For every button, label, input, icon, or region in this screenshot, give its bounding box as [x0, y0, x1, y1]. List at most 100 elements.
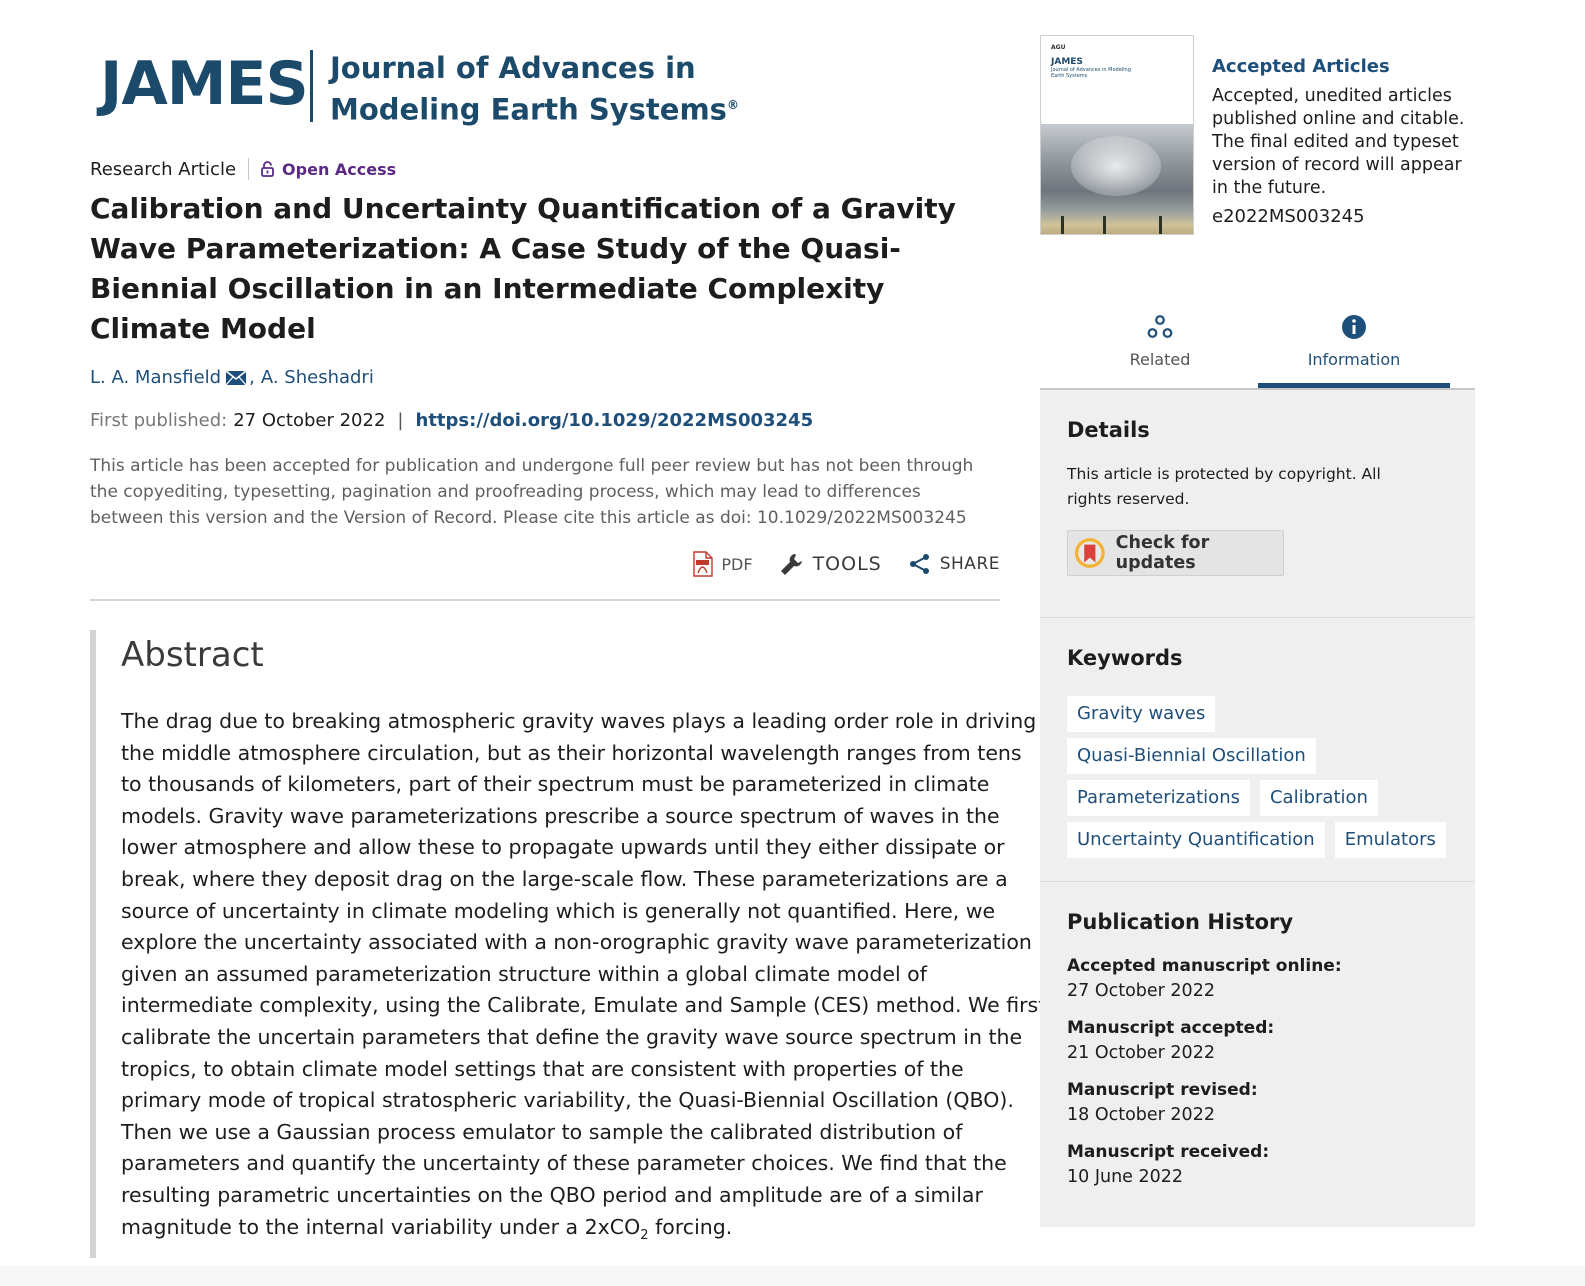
history-item: Manuscript accepted: 21 October 2022: [1067, 1016, 1467, 1066]
accepted-articles-link[interactable]: Accepted Articles: [1212, 55, 1472, 79]
share-button[interactable]: SHARE: [908, 552, 1000, 576]
open-access-label: Open Access: [282, 159, 397, 179]
abstract-line: tropics, to obtain climate model setting…: [121, 1056, 964, 1081]
history-date: 21 October 2022: [1067, 1043, 1215, 1063]
logo-line-2-text: Modeling Earth Systems: [330, 92, 727, 127]
article-header: JAMES Journal of Advances in Modeling Ea…: [90, 40, 1010, 531]
abstract-line: to thousands of kilometers, part of thei…: [121, 772, 990, 797]
section-divider: [1040, 881, 1475, 882]
tab-related-label: Related: [1129, 350, 1191, 369]
details-section: Details This article is protected by cop…: [1067, 418, 1467, 576]
tab-information[interactable]: Information: [1258, 305, 1450, 388]
keyword-chip[interactable]: Gravity waves: [1067, 696, 1216, 732]
keywords-section: Keywords Gravity waves Quasi-Biennial Os…: [1067, 646, 1467, 864]
abstract-line: parameters and quantify the uncertainty …: [121, 1151, 1007, 1176]
wrench-icon: [780, 554, 802, 575]
share-label: SHARE: [939, 554, 1000, 574]
details-heading: Details: [1067, 418, 1150, 442]
abstract-line: source of uncertainty in climate modelin…: [121, 898, 996, 923]
abstract-body: The drag due to breaking atmospheric gra…: [121, 706, 1047, 1252]
keyword-chip[interactable]: Emulators: [1334, 822, 1446, 858]
cover-palm: [1061, 216, 1064, 234]
keyword-row: Gravity waves: [1067, 696, 1457, 732]
abstract-last-line: magnitude to the internal variability un…: [121, 1212, 1006, 1252]
copyright-notice: This article is protected by copyright. …: [1067, 465, 1381, 508]
accepted-description: Accepted, unedited articles published on…: [1212, 86, 1465, 198]
keyword-list: Gravity waves Quasi-Biennial Oscillation…: [1067, 696, 1457, 858]
registered-mark: ®: [726, 98, 739, 112]
history-item: Manuscript received: 10 June 2022: [1067, 1140, 1467, 1190]
cover-palm: [1159, 216, 1162, 234]
open-lock-icon: [261, 161, 274, 177]
check-updates-label: Check for updates: [1115, 533, 1210, 573]
abstract-line: explore the uncertainty associated with …: [121, 930, 1032, 955]
keyword-row: Parameterizations Calibration: [1067, 780, 1457, 816]
abstract-last-text: magnitude to the internal variability un…: [121, 1214, 641, 1239]
section-divider: [1040, 617, 1475, 618]
abstract-line: intermediate complexity, using the Calib…: [121, 993, 1047, 1018]
journal-logo[interactable]: JAMES Journal of Advances in Modeling Ea…: [90, 40, 1010, 130]
email-icon[interactable]: [225, 369, 247, 386]
history-date: 27 October 2022: [1067, 981, 1215, 1001]
journal-cover-image[interactable]: AGU JAMES Journal of Advances in Modelin…: [1040, 35, 1194, 235]
keywords-heading: Keywords: [1067, 646, 1183, 670]
keyword-row: Uncertainty Quantification Emulators: [1067, 822, 1457, 858]
keyword-row: Quasi-Biennial Oscillation: [1067, 738, 1457, 774]
abstract-line: given an assumed parameterization struct…: [121, 961, 927, 986]
author-link[interactable]: A. Sheshadri: [261, 367, 374, 388]
abstract-section: Abstract The drag due to breaking atmosp…: [90, 630, 1046, 1258]
history-list: Accepted manuscript online: 27 October 2…: [1067, 954, 1467, 1190]
abstract-heading: Abstract: [121, 635, 264, 675]
pdf-button[interactable]: PDF: [693, 551, 753, 577]
tools-label: TOOLS: [812, 553, 882, 575]
history-item: Manuscript revised: 18 October 2022: [1067, 1078, 1467, 1128]
cover-james: JAMES: [1051, 57, 1083, 67]
article-type: Research Article: [90, 158, 237, 180]
check-for-updates-button[interactable]: Check for updates: [1067, 530, 1284, 576]
publication-line: First published: 27 October 2022 | https…: [90, 410, 1010, 431]
check-updates-icon: [1074, 538, 1105, 568]
abstract-line: break, where they deposit drag on the la…: [121, 866, 1008, 891]
logo-divider: [310, 50, 313, 122]
keyword-chip[interactable]: Uncertainty Quantification: [1067, 822, 1325, 858]
tab-information-label: Information: [1307, 350, 1401, 369]
history-label: Manuscript accepted:: [1067, 1018, 1275, 1038]
pub-separator: |: [397, 410, 404, 431]
article-toolbar: PDF TOOLS SHARE: [90, 548, 1000, 601]
article-id: e2022MS003245: [1212, 206, 1365, 227]
keyword-chip[interactable]: Calibration: [1259, 780, 1378, 816]
open-access-badge: Open Access: [261, 160, 396, 179]
tools-button[interactable]: TOOLS: [779, 551, 882, 577]
history-date: 10 June 2022: [1067, 1167, 1184, 1187]
pdf-label: PDF: [721, 554, 753, 574]
article-title: Calibration and Uncertainty Quantificati…: [90, 192, 956, 345]
related-icon: [1147, 315, 1173, 338]
first-published-label: First published:: [90, 410, 228, 431]
accepted-notice: This article has been accepted for publi…: [90, 456, 974, 528]
history-label: Manuscript received:: [1067, 1142, 1270, 1162]
abstract-line: resulting parametric uncertainties on th…: [121, 1182, 983, 1207]
doi-link[interactable]: https://doi.org/10.1029/2022MS003245: [416, 410, 814, 431]
article-meta: Research Article Open Access: [90, 157, 1010, 181]
cover-palm: [1103, 216, 1106, 234]
page-bottom-strip: [0, 1266, 1585, 1286]
abstract-line: lower atmosphere and allow these to prop…: [121, 835, 1005, 860]
history-item: Accepted manuscript online: 27 October 2…: [1067, 954, 1467, 1004]
keyword-chip[interactable]: Parameterizations: [1067, 780, 1250, 816]
author-link[interactable]: L. A. Mansfield: [90, 367, 221, 388]
subscript-two: 2: [640, 1227, 649, 1243]
abstract-line: Then we use a Gaussian process emulator …: [121, 1119, 963, 1144]
info-icon: [1342, 315, 1366, 339]
pdf-icon: [693, 551, 714, 577]
accepted-articles-info: Accepted Articles Accepted, unedited art…: [1212, 55, 1472, 227]
tab-related[interactable]: Related: [1080, 305, 1240, 388]
cover-agu: AGU: [1051, 44, 1066, 51]
cover-header: AGU JAMES Journal of Advances in Modelin…: [1041, 36, 1193, 126]
abstract-line: the middle atmosphere circulation, but a…: [121, 740, 1022, 765]
abstract-line: calibrate the uncertain parameters that …: [121, 1024, 1023, 1049]
first-published-date: 27 October 2022: [233, 410, 386, 431]
logo-line-2: Modeling Earth Systems®: [330, 87, 739, 129]
meta-divider: [248, 158, 250, 180]
logo-mark: JAMES: [100, 49, 309, 119]
keyword-chip[interactable]: Quasi-Biennial Oscillation: [1067, 738, 1316, 774]
